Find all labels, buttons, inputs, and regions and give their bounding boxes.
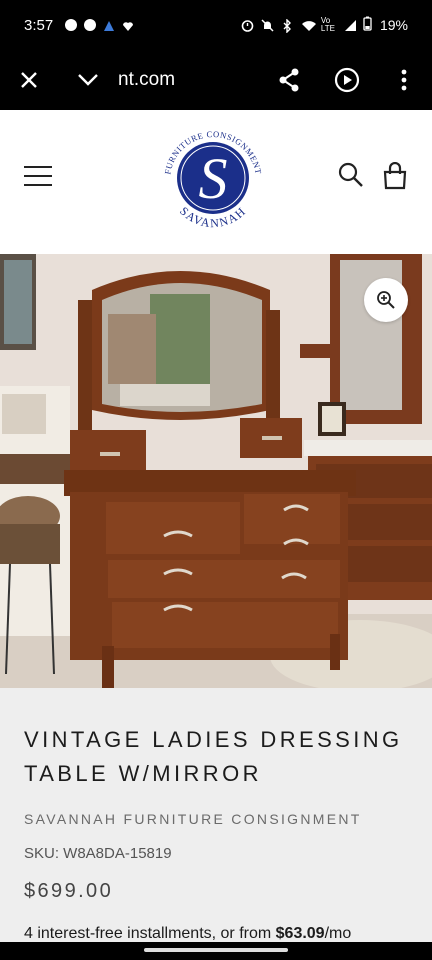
messenger-icon	[84, 19, 97, 31]
product-info: VINTAGE LADIES DRESSING TABLE W/MIRROR S…	[0, 688, 432, 942]
product-price: $699.00	[24, 880, 114, 902]
brand-logo[interactable]: FURNITURE CONSIGNMENT S SAVANNAH	[158, 118, 268, 238]
close-icon[interactable]	[0, 50, 58, 110]
chevron-down-icon[interactable]	[58, 50, 118, 110]
battery-percent: 19%	[379, 17, 408, 33]
play-icon[interactable]	[318, 50, 376, 110]
installments-text: 4 interest-free installments, or from $6…	[24, 925, 408, 943]
home-handle[interactable]	[144, 948, 288, 952]
menu-icon[interactable]	[24, 166, 52, 188]
volte-icon: Vo LTE	[320, 16, 335, 33]
zoom-in-icon	[377, 291, 395, 309]
drive-icon	[103, 19, 115, 31]
product-sku: SKU: W8A8DA-15819	[24, 845, 172, 862]
share-icon[interactable]	[260, 50, 318, 110]
status-bar: 3:57 Vo LTE 19%	[0, 0, 432, 50]
zoom-button[interactable]	[364, 278, 408, 322]
search-icon[interactable]	[338, 162, 364, 188]
system-nav-bar	[0, 942, 432, 960]
more-vert-icon[interactable]	[376, 50, 432, 110]
site-header: FURNITURE CONSIGNMENT S SAVANNAH	[0, 110, 432, 254]
browser-toolbar: nt.com	[0, 50, 432, 110]
battery-icon	[363, 16, 372, 34]
product-image[interactable]	[0, 254, 432, 688]
installments-prefix: 4 interest-free installments, or from	[24, 925, 276, 942]
status-time: 3:57	[24, 16, 54, 34]
bluetooth-icon	[281, 18, 293, 34]
installments-suffix: /mo	[324, 925, 352, 942]
product-title: VINTAGE LADIES DRESSING TABLE W/MIRROR	[24, 727, 403, 786]
product-vendor[interactable]: SAVANNAH FURNITURE CONSIGNMENT	[24, 811, 408, 827]
mute-icon	[261, 19, 274, 32]
logo-letter: S	[199, 146, 228, 211]
chat-icon	[65, 19, 78, 31]
wifi-icon	[301, 19, 316, 31]
alarm-icon	[241, 19, 254, 32]
cart-icon[interactable]	[382, 161, 408, 190]
heart-icon	[122, 19, 134, 31]
installments-amount: $63.09	[275, 925, 325, 942]
signal-icon	[343, 19, 356, 31]
url-text[interactable]: nt.com	[118, 69, 260, 91]
